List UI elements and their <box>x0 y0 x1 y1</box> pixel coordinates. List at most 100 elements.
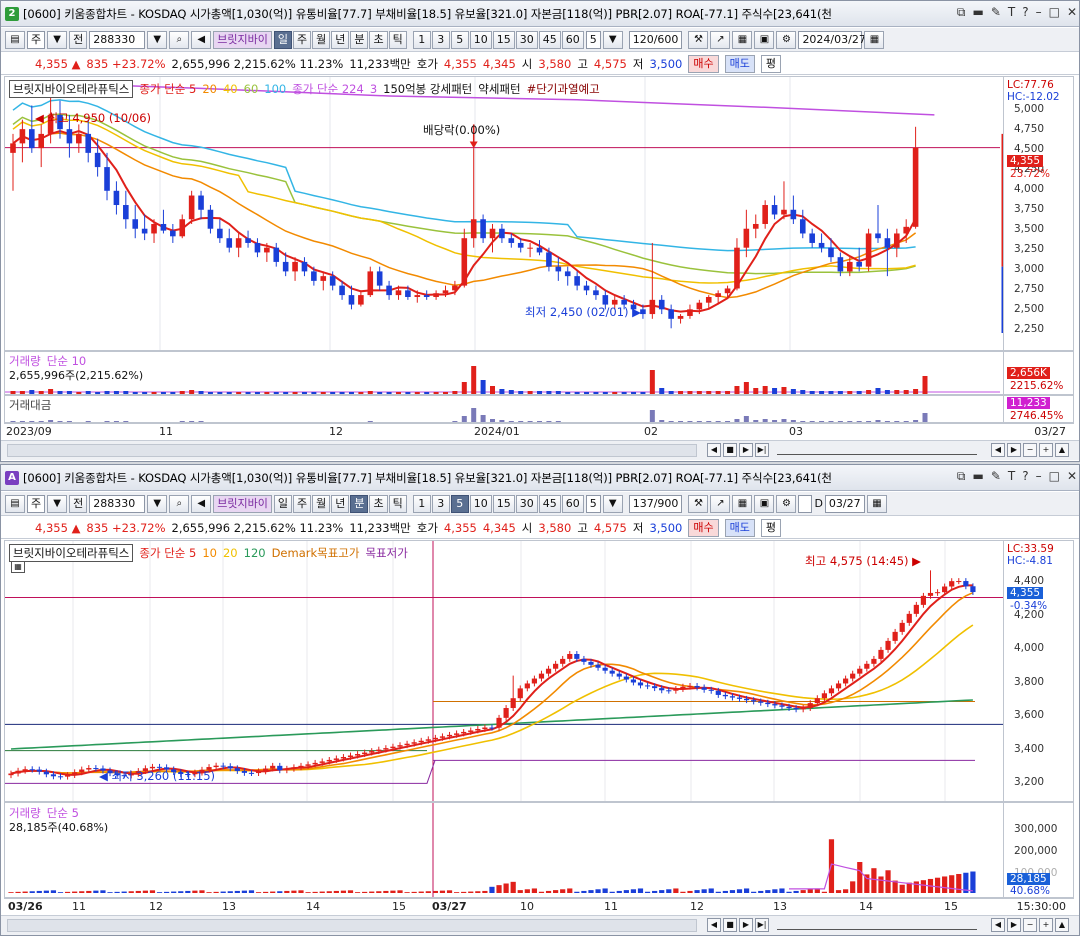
scroll-end-icon[interactable]: ▶| <box>755 918 769 932</box>
period-button-1[interactable]: 주 <box>292 494 312 513</box>
period-button-5[interactable]: 초 <box>369 494 388 513</box>
interval-button-0[interactable]: 1 <box>412 494 431 513</box>
zoom-slider[interactable] <box>777 920 977 930</box>
indicator-icon[interactable]: ↗ <box>710 30 731 49</box>
zoom-fit-icon[interactable]: ▲ <box>1055 918 1069 932</box>
grid-icon[interactable]: ▦ <box>732 494 753 513</box>
code-input[interactable]: 288330 <box>89 494 146 513</box>
maximize-icon[interactable]: □ <box>1049 5 1060 20</box>
interval-button-7[interactable]: 60 <box>561 30 584 49</box>
price-chart[interactable] <box>5 77 1005 351</box>
pin-icon[interactable]: ✎ <box>991 469 1001 484</box>
zoom-in-icon[interactable]: + <box>1039 918 1053 932</box>
settings-icon[interactable]: ⚙ <box>776 30 797 49</box>
buy-button[interactable]: 매수 <box>688 518 719 537</box>
zoom-left-icon[interactable]: ◀ <box>991 443 1005 457</box>
period-button-2[interactable]: 월 <box>312 30 331 49</box>
zoom-slider[interactable] <box>777 445 977 455</box>
chevron-down-icon[interactable]: ▼ <box>602 494 623 513</box>
period-button-4[interactable]: 분 <box>350 494 369 513</box>
minimize-icon[interactable]: ▬ <box>972 5 983 20</box>
min-window-icon[interactable]: – <box>1036 5 1042 20</box>
volume-pane[interactable]: 거래량 단순 10 2,655,996주(2,215.62%) 2,656K 2… <box>4 351 1074 395</box>
tools-icon[interactable]: ⚒ <box>688 30 709 49</box>
type-select[interactable]: 주 <box>27 30 46 49</box>
chevron-down-icon[interactable]: ▼ <box>47 494 68 513</box>
period-button-3[interactable]: 년 <box>331 494 350 513</box>
bar-count[interactable]: 137/900 <box>628 494 683 513</box>
search-icon[interactable]: ⌕ <box>169 30 190 49</box>
save-icon[interactable]: ▣ <box>754 494 775 513</box>
interval-button-5[interactable]: 30 <box>515 30 538 49</box>
search-icon[interactable]: ⌕ <box>169 494 190 513</box>
scrollbar[interactable]: ◀ ■ ▶ ▶| ◀ ▶ − + ▲ <box>1 915 1079 935</box>
scrollbar[interactable]: ◀ ■ ▶ ▶| ◀ ▶ − + ▲ <box>1 440 1079 460</box>
interval-button-2[interactable]: 5 <box>450 494 469 513</box>
interval-button-3[interactable]: 10 <box>469 30 492 49</box>
period-button-3[interactable]: 년 <box>331 30 350 49</box>
price-pane[interactable]: 브릿지바이오테라퓨틱스 종가 단순 5 20 40 60 100 종가 단순 2… <box>4 76 1074 351</box>
minimize-icon[interactable]: ▬ <box>972 469 983 484</box>
code-input[interactable]: 288330 <box>89 30 146 49</box>
zoom-fit-icon[interactable]: ▲ <box>1055 443 1069 457</box>
chart-menu-icon[interactable]: ▤ <box>5 30 25 49</box>
stock-name[interactable]: 브릿지바이 <box>213 30 272 49</box>
interval-button-1[interactable]: 3 <box>431 494 450 513</box>
period-button-5[interactable]: 초 <box>369 30 388 49</box>
interval-button-2[interactable]: 5 <box>450 30 469 49</box>
zoom-out-icon[interactable]: − <box>1023 918 1037 932</box>
calendar-icon[interactable]: ▦ <box>866 494 887 513</box>
chevron-down-icon[interactable]: ▼ <box>147 494 168 513</box>
count-select[interactable]: 5 <box>585 30 601 49</box>
font-icon[interactable]: T <box>1008 469 1015 484</box>
eval-button[interactable]: 평 <box>760 518 782 537</box>
scroll-end-icon[interactable]: ▶| <box>755 443 769 457</box>
price-chart[interactable] <box>5 541 1005 802</box>
scroll-stop-icon[interactable]: ■ <box>723 443 737 457</box>
sound-icon[interactable]: ◀ <box>191 494 212 513</box>
restore-icon[interactable]: ⧉ <box>957 469 966 484</box>
prev-button[interactable]: 전 <box>69 30 88 49</box>
interval-button-4[interactable]: 15 <box>492 494 515 513</box>
restore-icon[interactable]: ⧉ <box>957 5 966 20</box>
settings-icon[interactable]: ⚙ <box>776 494 797 513</box>
sell-button[interactable]: 매도 <box>724 518 755 537</box>
zoom-left-icon[interactable]: ◀ <box>991 918 1005 932</box>
period-button-6[interactable]: 틱 <box>388 30 407 49</box>
scroll-track[interactable] <box>7 444 697 457</box>
save-icon[interactable]: ▣ <box>754 30 775 49</box>
indicator-icon[interactable]: ↗ <box>710 494 731 513</box>
chevron-down-icon[interactable]: ▼ <box>602 30 623 49</box>
chevron-down-icon[interactable]: ▼ <box>47 30 68 49</box>
date-input[interactable]: 2024/03/27 <box>798 30 866 49</box>
scroll-left-icon[interactable]: ◀ <box>707 443 721 457</box>
calendar-icon[interactable]: ▦ <box>864 30 885 49</box>
volume-pane[interactable]: 거래량 단순 5 28,185주(40.68%) 300,000 200,000… <box>4 802 1074 898</box>
prev-button[interactable]: 전 <box>69 494 88 513</box>
period-button-0[interactable]: 일 <box>273 494 292 513</box>
scroll-track[interactable] <box>7 919 697 932</box>
price-pane[interactable]: 브릿지바이오테라퓨틱스 종가 단순 5 10 20 120 Demark목표고가… <box>4 540 1074 802</box>
date-input[interactable]: 03/27 <box>824 494 865 513</box>
pin-icon[interactable]: ✎ <box>991 5 1001 20</box>
min-window-icon[interactable]: – <box>1036 469 1042 484</box>
tools-icon[interactable]: ⚒ <box>688 494 709 513</box>
period-button-6[interactable]: 틱 <box>388 494 407 513</box>
grid-icon[interactable]: ▦ <box>732 30 753 49</box>
zoom-in-icon[interactable]: + <box>1039 443 1053 457</box>
stock-name[interactable]: 브릿지바이 <box>213 494 272 513</box>
scroll-play-icon[interactable]: ▶ <box>739 443 753 457</box>
zoom-right-icon[interactable]: ▶ <box>1007 443 1021 457</box>
period-button-4[interactable]: 분 <box>350 30 369 49</box>
chart-menu-icon[interactable]: ▤ <box>5 494 25 513</box>
period-button-2[interactable]: 월 <box>312 494 331 513</box>
interval-button-7[interactable]: 60 <box>561 494 584 513</box>
sound-icon[interactable]: ◀ <box>191 30 212 49</box>
interval-button-4[interactable]: 15 <box>492 30 515 49</box>
scroll-left-icon[interactable]: ◀ <box>707 918 721 932</box>
close-icon[interactable]: ✕ <box>1067 5 1077 20</box>
help-icon[interactable]: ? <box>1022 5 1028 20</box>
eval-button[interactable]: 평 <box>760 54 782 73</box>
interval-button-5[interactable]: 30 <box>515 494 538 513</box>
help-icon[interactable]: ? <box>1022 469 1028 484</box>
